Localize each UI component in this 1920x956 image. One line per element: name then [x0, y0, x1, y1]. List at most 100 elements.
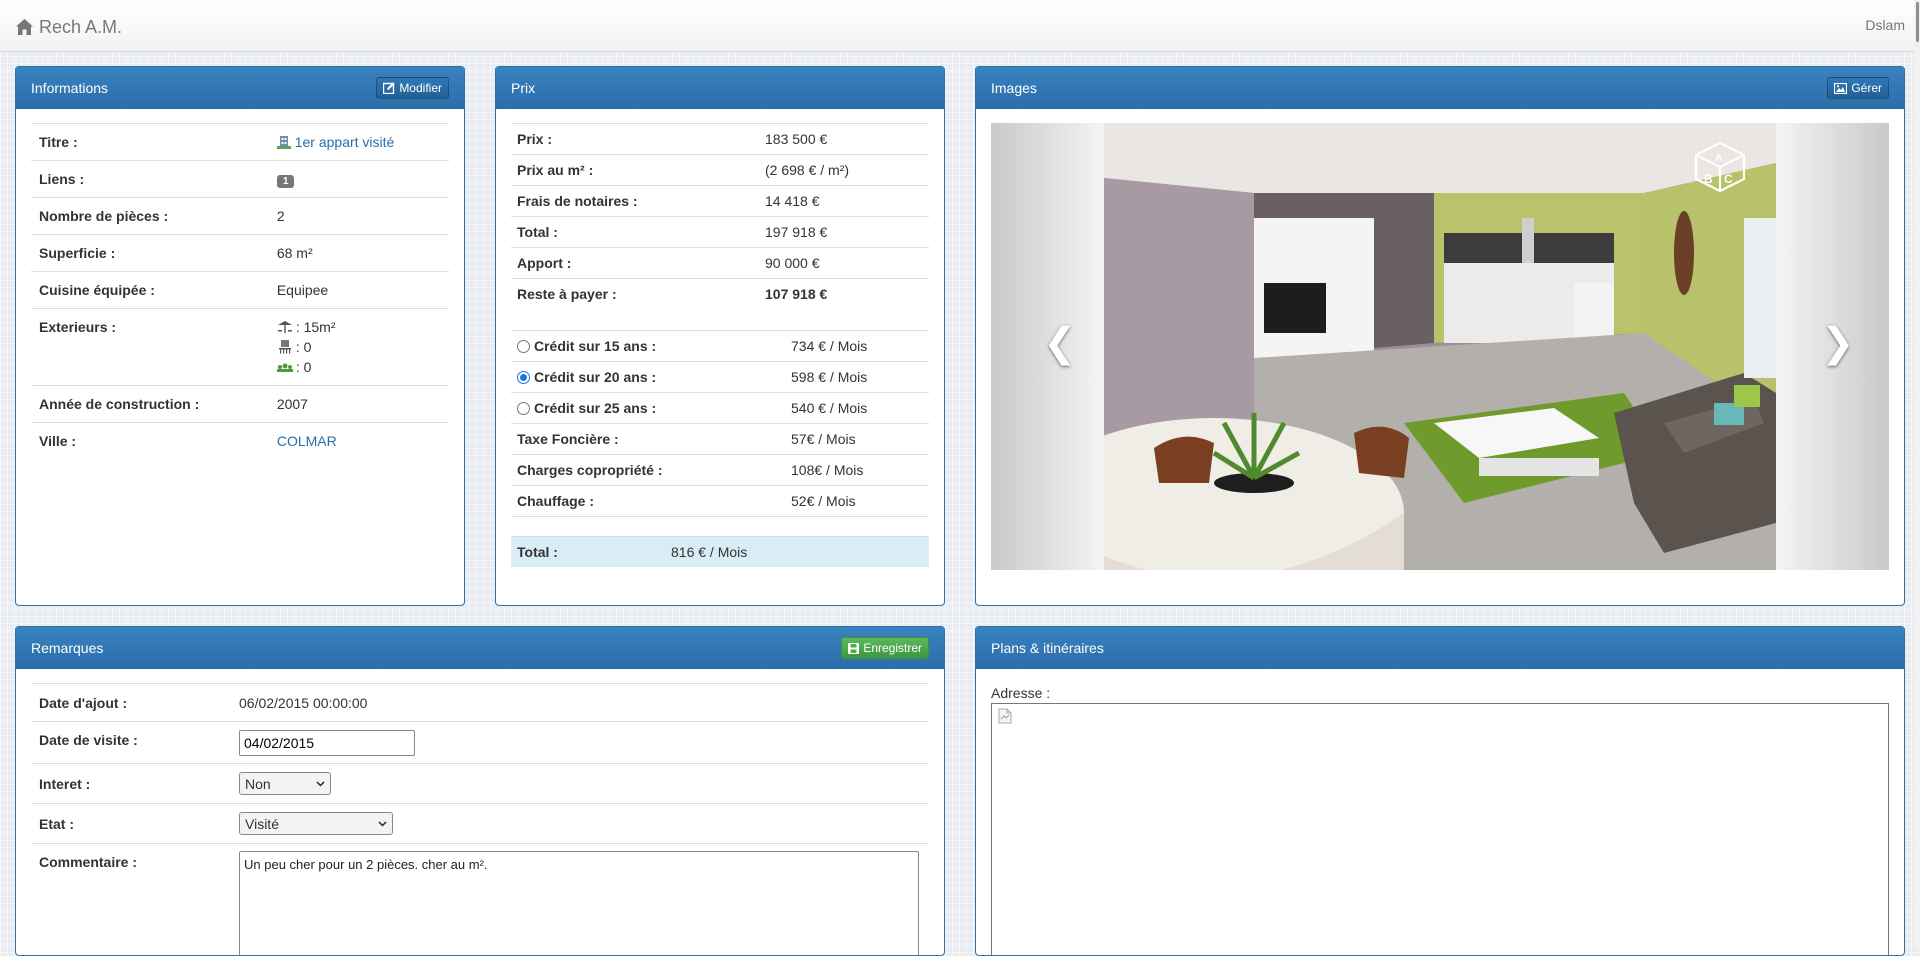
exterieur-balcon: : 0 [277, 337, 441, 357]
row-liens: Liens : 1 [31, 161, 449, 198]
edit-icon [383, 82, 395, 94]
informations-table: Titre : 1er appart visité Liens : 1 Nomb… [31, 123, 449, 460]
value-pieces: 2 [269, 198, 449, 235]
navbar: Rech A.M. Dslam [0, 0, 1920, 52]
row-credit-15: Crédit sur 15 ans : 734 € / Mois [511, 330, 929, 361]
gerer-label: Gérer [1851, 81, 1882, 95]
commentaire-textarea[interactable]: Un peu cher pour un 2 pièces. cher au m²… [239, 851, 919, 956]
row-total: Total :197 918 € [511, 217, 929, 248]
scrollbar[interactable] [1914, 0, 1920, 948]
informations-heading: Informations Modifier [16, 67, 464, 109]
property-photo[interactable]: B C A [1104, 123, 1776, 570]
row-interet: Interet : Non [31, 764, 929, 804]
row-credit-25: Crédit sur 25 ans : 540 € / Mois [511, 392, 929, 423]
credit-table: Crédit sur 15 ans : 734 € / Mois Crédit … [511, 330, 929, 517]
row-etat: Etat : Visité [31, 804, 929, 844]
interet-select[interactable]: Non [239, 772, 331, 795]
terrace-icon [277, 320, 293, 334]
panel-title: Prix [511, 80, 535, 96]
radio-credit-20[interactable] [517, 371, 530, 384]
panel-title: Remarques [31, 640, 103, 656]
label-liens: Liens : [31, 161, 269, 198]
row-frais-notaires: Frais de notaires :14 418 € [511, 186, 929, 217]
liens-badge[interactable]: 1 [277, 175, 295, 188]
row-apport: Apport :90 000 € [511, 248, 929, 279]
balcony-icon [277, 340, 293, 354]
images-heading: Images Gérer [976, 67, 1904, 109]
prix-panel: Prix Prix :183 500 € Prix au m² :(2 698 … [495, 66, 945, 606]
carousel-next-icon[interactable]: ❯ [1821, 323, 1855, 363]
date-ajout-value: 06/02/2015 00:00:00 [231, 684, 929, 722]
remarques-panel: Remarques Enregistrer Date d'ajout : 06/… [15, 626, 945, 956]
radio-credit-15[interactable] [517, 340, 530, 353]
row-annee: Année de construction : 2007 [31, 386, 449, 423]
ville-link[interactable]: COLMAR [277, 433, 337, 449]
row-exterieurs: Exterieurs : : 15m² [31, 309, 449, 386]
map-frame[interactable] [991, 703, 1889, 956]
plans-panel: Plans & itinéraires Adresse : [975, 626, 1905, 956]
row-date-visite: Date de visite : [31, 722, 929, 764]
row-credit-20: Crédit sur 20 ans : 598 € / Mois [511, 361, 929, 392]
label-titre: Titre : [31, 124, 269, 161]
monthly-total-label: Total : [511, 544, 671, 560]
chevron-down-icon [316, 781, 325, 787]
row-chauffage: Chauffage :52€ / Mois [511, 485, 929, 516]
row-commentaire: Commentaire : Un peu cher pour un 2 pièc… [31, 844, 929, 956]
modifier-button[interactable]: Modifier [376, 77, 449, 99]
scrollbar-thumb[interactable] [1916, 2, 1919, 42]
prix-heading: Prix [496, 67, 944, 109]
svg-text:A: A [1715, 153, 1722, 164]
image-carousel[interactable]: B C A ❮ ❯ [991, 123, 1889, 570]
remarques-form: Date d'ajout : 06/02/2015 00:00:00 Date … [31, 683, 929, 956]
monthly-total-row: Total : 816 € / Mois [511, 536, 929, 567]
row-cuisine: Cuisine équipée : Equipee [31, 272, 449, 309]
broken-image-icon [998, 708, 1012, 724]
label-exterieurs: Exterieurs : [31, 309, 269, 386]
gerer-button[interactable]: Gérer [1827, 77, 1889, 99]
monthly-total-value: 816 € / Mois [671, 544, 747, 560]
garden-icon [277, 360, 293, 374]
etat-select[interactable]: Visité [239, 812, 393, 835]
plans-heading: Plans & itinéraires [976, 627, 1904, 669]
modifier-label: Modifier [399, 81, 442, 95]
radio-credit-25[interactable] [517, 402, 530, 415]
enregistrer-button[interactable]: Enregistrer [841, 637, 929, 659]
row-reste: Reste à payer :107 918 € [511, 279, 929, 310]
titre-link[interactable]: 1er appart visité [295, 134, 395, 150]
informations-panel: Informations Modifier Titre : 1er [15, 66, 465, 606]
row-prix: Prix :183 500 € [511, 124, 929, 155]
save-icon [848, 643, 859, 654]
label-cuisine: Cuisine équipée : [31, 272, 269, 309]
exterieur-terrasse: : 15m² [277, 317, 441, 337]
value-cuisine: Equipee [269, 272, 449, 309]
row-titre: Titre : 1er appart visité [31, 124, 449, 161]
label-annee: Année de construction : [31, 386, 269, 423]
picture-icon [1834, 83, 1847, 94]
value-superficie: 68 m² [269, 235, 449, 272]
images-panel: Images Gérer [975, 66, 1905, 606]
label-pieces: Nombre de pièces : [31, 198, 269, 235]
user-link[interactable]: Dslam [1865, 17, 1905, 33]
chevron-down-icon [378, 821, 387, 827]
label-ville: Ville : [31, 423, 269, 460]
row-ville: Ville : COLMAR [31, 423, 449, 460]
adresse-label: Adresse : [991, 685, 1050, 701]
row-date-ajout: Date d'ajout : 06/02/2015 00:00:00 [31, 684, 929, 722]
home-icon [15, 18, 34, 36]
remarques-heading: Remarques Enregistrer [16, 627, 944, 669]
exterieur-jardin: : 0 [277, 357, 441, 377]
value-annee: 2007 [269, 386, 449, 423]
date-visite-input[interactable] [239, 730, 415, 756]
row-pieces: Nombre de pièces : 2 [31, 198, 449, 235]
carousel-prev-icon[interactable]: ❮ [1043, 323, 1077, 363]
svg-text:B: B [1704, 172, 1713, 186]
prix-table: Prix :183 500 € Prix au m² :(2 698 € / m… [511, 123, 929, 310]
row-charges-copro: Charges copropriété :108€ / Mois [511, 454, 929, 485]
enregistrer-label: Enregistrer [863, 641, 922, 655]
label-superficie: Superficie : [31, 235, 269, 272]
row-taxe-fonciere: Taxe Foncière :57€ / Mois [511, 423, 929, 454]
brand-label: Rech A.M. [39, 17, 122, 38]
brand-link[interactable]: Rech A.M. [15, 15, 122, 39]
panel-title: Plans & itinéraires [991, 640, 1104, 656]
row-superficie: Superficie : 68 m² [31, 235, 449, 272]
